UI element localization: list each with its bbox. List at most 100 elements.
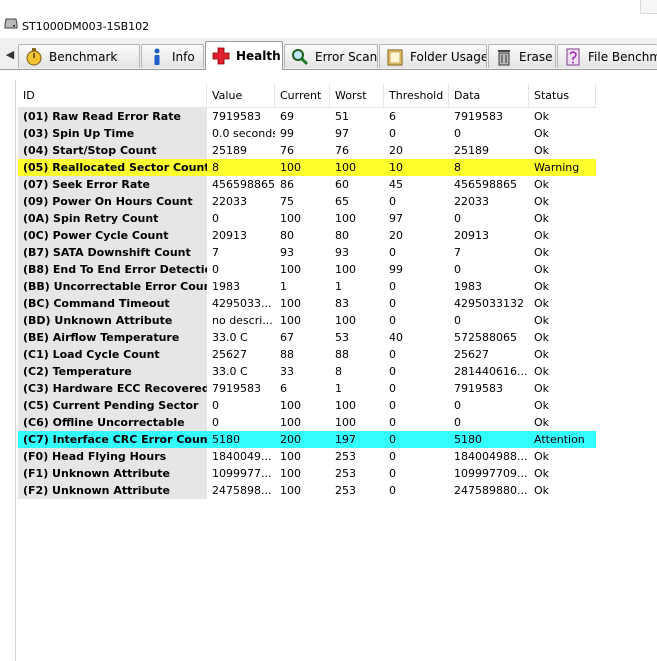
tab-erase[interactable]: Erase: [488, 44, 556, 68]
hard-drive-icon: [4, 18, 18, 29]
table-row[interactable]: (BB) Uncorrectable Error Count 1983 1 1 0 198…: [18, 278, 596, 295]
worst-value-cell: 97: [335, 127, 349, 140]
table-row[interactable]: (03) Spin Up Time 0.0 seconds 99 97 0 0 Ok: [18, 125, 596, 142]
attribute-value-cell: 7: [212, 246, 219, 259]
current-value-cell: 100: [280, 450, 301, 463]
column-header-id[interactable]: ID: [18, 84, 207, 107]
threshold-value-cell: 20: [389, 144, 403, 157]
status-cell: Ok: [534, 280, 550, 293]
raw-data-cell: 25627: [454, 348, 489, 361]
threshold-value-cell: 0: [389, 280, 396, 293]
tab-folder-usage[interactable]: Folder Usage: [379, 44, 487, 68]
red-cross-icon: [212, 47, 230, 65]
table-row[interactable]: (C7) Interface CRC Error Count 5180 200 197…: [18, 431, 596, 448]
current-value-cell: 93: [280, 246, 294, 259]
attribute-id-cell: (04) Start/Stop Count: [18, 142, 207, 159]
current-value-cell: 100: [280, 263, 301, 276]
status-cell: Ok: [534, 212, 550, 225]
raw-data-cell: 20913: [454, 229, 489, 242]
attribute-value-cell: 25189: [212, 144, 247, 157]
attribute-id-cell: (F0) Head Flying Hours: [18, 448, 207, 465]
raw-data-cell: 0: [454, 263, 461, 276]
current-value-cell: 1: [280, 280, 287, 293]
attribute-id-cell: (B8) End To End Error Detection: [18, 261, 207, 278]
threshold-value-cell: 0: [389, 382, 396, 395]
worst-value-cell: 65: [335, 195, 349, 208]
column-header-value[interactable]: Value: [207, 84, 275, 107]
table-row[interactable]: (B7) SATA Downshift Count 7 93 93 0 7 Ok: [18, 244, 596, 261]
worst-value-cell: 8: [335, 365, 342, 378]
tab-label: Erase: [519, 49, 553, 64]
attribute-value-cell: 20913: [212, 229, 247, 242]
current-value-cell: 88: [280, 348, 294, 361]
table-row[interactable]: (B8) End To End Error Detection 0 100 100 99…: [18, 261, 596, 278]
attribute-value-cell: 0: [212, 263, 219, 276]
window-title: ST1000DM003-1SB102: [22, 20, 150, 33]
table-row[interactable]: (BD) Unknown Attribute no descri... 100 100…: [18, 312, 596, 329]
table-row[interactable]: (C2) Temperature 33.0 C 33 8 0 281440616... Ok: [18, 363, 596, 380]
tab-scroll-left-icon[interactable]: ◀: [2, 44, 18, 66]
attribute-value-cell: 0: [212, 416, 219, 429]
status-cell: Ok: [534, 484, 550, 497]
info-icon: [148, 48, 166, 66]
table-row[interactable]: (BE) Airflow Temperature 33.0 C 67 53 40 5725…: [18, 329, 596, 346]
attribute-value-cell: 1099977...: [212, 467, 272, 480]
table-row[interactable]: (0C) Power Cycle Count 20913 80 80 20 20913 Ok: [18, 227, 596, 244]
table-row[interactable]: (C6) Offline Uncorrectable 0 100 100 0 0 Ok: [18, 414, 596, 431]
tab-benchmark[interactable]: Benchmark: [18, 44, 140, 68]
column-header-threshold[interactable]: Threshold: [384, 84, 449, 107]
table-row[interactable]: (F0) Head Flying Hours 1840049... 100 253 0 1…: [18, 448, 596, 465]
column-header-status[interactable]: Status: [529, 84, 596, 107]
table-row[interactable]: (F1) Unknown Attribute 1099977... 100 253 0 1…: [18, 465, 596, 482]
table-row[interactable]: (07) Seek Error Rate 456598865 86 60 45 45659…: [18, 176, 596, 193]
raw-data-cell: 0: [454, 416, 461, 429]
tab-file-benchmark[interactable]: File Benchmark: [557, 44, 657, 68]
raw-data-cell: 281440616...: [454, 365, 528, 378]
status-cell: Ok: [534, 467, 550, 480]
tab-health[interactable]: Health: [205, 41, 283, 70]
current-value-cell: 200: [275, 431, 330, 448]
table-row[interactable]: (04) Start/Stop Count 25189 76 76 20 25189 Ok: [18, 142, 596, 159]
worst-value-cell: 1: [335, 280, 342, 293]
status-cell: Ok: [534, 263, 550, 276]
table-row[interactable]: (F2) Unknown Attribute 2475898... 100 253 0 2…: [18, 482, 596, 499]
threshold-value-cell: 6: [389, 110, 396, 123]
status-cell: Ok: [534, 297, 550, 310]
threshold-value-cell: 0: [389, 484, 396, 497]
column-header-current[interactable]: Current: [275, 84, 330, 107]
threshold-value-cell: 20: [389, 229, 403, 242]
status-cell: Ok: [534, 178, 550, 191]
current-value-cell: 100: [280, 297, 301, 310]
tab-info[interactable]: Info: [141, 44, 204, 68]
status-cell: Warning: [529, 159, 596, 176]
attribute-id-cell: (C6) Offline Uncorrectable: [18, 414, 207, 431]
worst-value-cell: 253: [335, 450, 356, 463]
raw-data-cell: 247589880...: [454, 484, 528, 497]
status-cell: Ok: [534, 144, 550, 157]
table-row[interactable]: (05) Reallocated Sector Count 8 100 100 10 8 W…: [18, 159, 596, 176]
attribute-id-cell: (C5) Current Pending Sector: [18, 397, 207, 414]
table-row[interactable]: (01) Raw Read Error Rate 7919583 69 51 6 7919…: [18, 108, 596, 125]
table-row[interactable]: (C1) Load Cycle Count 25627 88 88 0 25627 Ok: [18, 346, 596, 363]
worst-value-cell: 76: [335, 144, 349, 157]
table-row[interactable]: (09) Power On Hours Count 22033 75 65 0 22033…: [18, 193, 596, 210]
status-cell: Ok: [534, 314, 550, 327]
raw-data-cell: 25189: [454, 144, 489, 157]
status-cell: Attention: [529, 431, 596, 448]
table-row[interactable]: (0A) Spin Retry Count 0 100 100 97 0 Ok: [18, 210, 596, 227]
attribute-value-cell: 1840049...: [212, 450, 272, 463]
column-header-data[interactable]: Data: [449, 84, 529, 107]
attribute-id-cell: (BB) Uncorrectable Error Count: [18, 278, 207, 295]
column-header-worst[interactable]: Worst: [330, 84, 384, 107]
attribute-id-cell: (0C) Power Cycle Count: [18, 227, 207, 244]
attribute-id-cell: (09) Power On Hours Count: [18, 193, 207, 210]
attribute-value-cell: 4295033...: [212, 297, 272, 310]
table-row[interactable]: (BC) Command Timeout 4295033... 100 83 0 4295…: [18, 295, 596, 312]
worst-value-cell: 100: [335, 314, 356, 327]
attribute-id-cell: (BE) Airflow Temperature: [18, 329, 207, 346]
tab-error-scan[interactable]: Error Scan: [284, 44, 378, 68]
attribute-id-cell: (0A) Spin Retry Count: [18, 210, 207, 227]
table-row[interactable]: (C5) Current Pending Sector 0 100 100 0 0 Ok: [18, 397, 596, 414]
table-row[interactable]: (C3) Hardware ECC Recovered 7919583 6 1 0 791…: [18, 380, 596, 397]
worst-value-cell: 253: [335, 484, 356, 497]
